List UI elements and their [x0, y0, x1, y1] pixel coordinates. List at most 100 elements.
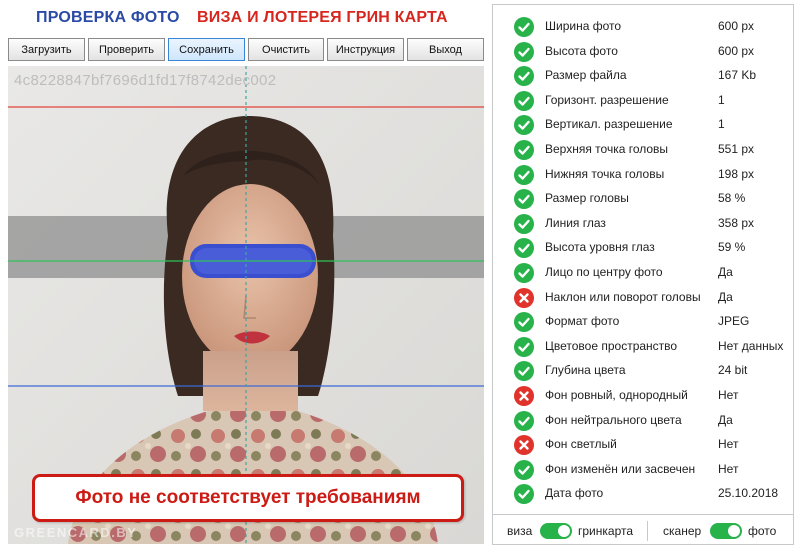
result-row: Размер файла 167 Kb: [493, 64, 793, 88]
result-label: Размер файла: [545, 68, 627, 83]
result-label: Высота фото: [545, 43, 618, 58]
neck: [203, 351, 298, 411]
result-label: Высота уровня глаз: [545, 240, 655, 255]
result-value: 24 bit: [718, 363, 748, 378]
result-label: Глубина цвета: [545, 363, 626, 378]
check-circle-icon: [514, 189, 534, 210]
result-label: Фон светлый: [545, 437, 617, 452]
photo-check-app: ПРОВЕРКА ФОТО ВИЗА И ЛОТЕРЕЯ ГРИН КАРТА …: [0, 0, 800, 551]
result-row: Высота фото 600 px: [493, 40, 793, 64]
result-value: 600 px: [718, 19, 755, 33]
check-circle-icon: [514, 17, 534, 37]
result-row: Цветовое пространство Нет данных: [493, 335, 793, 359]
result-value: Нет данных: [718, 338, 784, 353]
result-label: Размер головы: [545, 191, 629, 206]
load-button[interactable]: Загрузить: [8, 38, 85, 61]
scanner-photo-toggle[interactable]: [710, 523, 742, 539]
result-label: Вертикал. разрешение: [545, 117, 673, 132]
save-button[interactable]: Сохранить: [168, 38, 245, 61]
instruction-button[interactable]: Инструкция: [327, 38, 404, 61]
cross-circle-icon: [514, 287, 534, 308]
result-row: Фон ровный, однородный Нет: [493, 384, 793, 408]
check-circle-icon: [514, 90, 534, 111]
result-value: 551 px: [718, 142, 755, 156]
result-label: Наклон или поворот головы: [545, 289, 701, 304]
result-row: Фон изменён или засвечен Нет: [493, 458, 793, 482]
result-row: Лицо по центру фото Да: [493, 261, 793, 285]
check-circle-icon: [514, 410, 534, 431]
verdict-box: Фото не соответствует требованиям: [32, 474, 464, 522]
toggle-bar: виза гринкарта сканер фото: [493, 514, 793, 545]
result-row: Высота уровня глаз 59 %: [493, 236, 793, 260]
toggle-scanner-label: сканер: [663, 524, 702, 538]
check-circle-icon: [514, 484, 534, 505]
check-circle-icon: [514, 459, 534, 480]
check-circle-icon: [514, 140, 534, 160]
result-label: Лицо по центру фото: [545, 265, 663, 279]
result-row: Размер головы 58 %: [493, 187, 793, 211]
result-label: Фон изменён или засвечен: [545, 461, 696, 476]
check-circle-icon: [514, 336, 534, 357]
clear-button[interactable]: Очистить: [248, 38, 324, 61]
result-label: Фон ровный, однородный: [545, 388, 688, 402]
result-label: Дата фото: [545, 486, 604, 501]
result-value: Нет: [718, 461, 739, 476]
result-value: Нет: [718, 388, 739, 402]
visa-greencard-toggle[interactable]: [540, 523, 572, 539]
portrait-photo: [8, 66, 484, 544]
result-value: 1: [718, 117, 725, 132]
photo-preview: 4c8228847bf7696d1fd17f8742dec002 Фото не…: [8, 66, 484, 544]
exit-button[interactable]: Выход: [407, 38, 484, 61]
result-label: Линия глаз: [545, 215, 606, 230]
result-row: Нижняя точка головы 198 px: [493, 163, 793, 187]
result-label: Ширина фото: [545, 19, 622, 33]
check-circle-icon: [514, 312, 534, 333]
result-row: Наклон или поворот головы Да: [493, 286, 793, 310]
result-value: Да: [718, 289, 733, 304]
result-row: Фон нейтрального цвета Да: [493, 409, 793, 433]
toggle-photo-label: фото: [748, 524, 777, 538]
result-label: Нижняя точка головы: [545, 166, 665, 181]
result-row: Дата фото 25.10.2018: [493, 482, 793, 506]
result-row: Ширина фото 600 px: [493, 15, 793, 39]
result-row: Вертикал. разрешение 1: [493, 113, 793, 137]
result-label: Горизонт. разрешение: [545, 92, 669, 107]
check-circle-icon: [514, 361, 534, 382]
result-value: Нет: [718, 437, 739, 452]
check-circle-icon: [514, 238, 534, 259]
result-value: 358 px: [718, 215, 755, 230]
result-label: Фон нейтрального цвета: [545, 412, 682, 427]
title-bar: ПРОВЕРКА ФОТО ВИЗА И ЛОТЕРЕЯ ГРИН КАРТА: [0, 0, 488, 36]
app-subtitle: ВИЗА И ЛОТЕРЕЯ ГРИН КАРТА: [197, 9, 448, 26]
toggle-knob: [728, 525, 740, 537]
result-row: Верхняя точка головы 551 px: [493, 138, 793, 162]
app-title: ПРОВЕРКА ФОТО: [36, 9, 180, 26]
result-row: Формат фото JPEG: [493, 310, 793, 334]
result-value: 59 %: [718, 240, 746, 255]
result-label: Формат фото: [545, 314, 620, 329]
verdict-text: Фото не соответствует требованиям: [75, 487, 421, 508]
result-row: Горизонт. разрешение 1: [493, 89, 793, 113]
check-circle-icon: [514, 115, 534, 136]
result-value: 167 Kb: [718, 68, 757, 83]
result-value: Да: [718, 412, 733, 427]
result-value: JPEG: [718, 314, 750, 329]
result-value: 1: [718, 92, 725, 107]
check-circle-icon: [514, 213, 534, 234]
check-button[interactable]: Проверить: [88, 38, 165, 61]
result-value: 198 px: [718, 166, 755, 181]
toggle-divider: [647, 521, 648, 541]
result-row: Фон светлый Нет: [493, 433, 793, 457]
toggle-knob: [558, 525, 570, 537]
cross-circle-icon: [514, 386, 534, 406]
check-circle-icon: [514, 164, 534, 185]
check-circle-icon: [514, 41, 534, 62]
result-row: Глубина цвета 24 bit: [493, 359, 793, 383]
site-watermark: GREENCARD.BY: [14, 525, 138, 540]
cross-circle-icon: [514, 435, 534, 456]
check-circle-icon: [514, 263, 534, 283]
check-circle-icon: [514, 66, 534, 87]
result-label: Цветовое пространство: [545, 338, 678, 353]
result-value: 600 px: [718, 43, 755, 58]
result-row: Линия глаз 358 px: [493, 212, 793, 236]
